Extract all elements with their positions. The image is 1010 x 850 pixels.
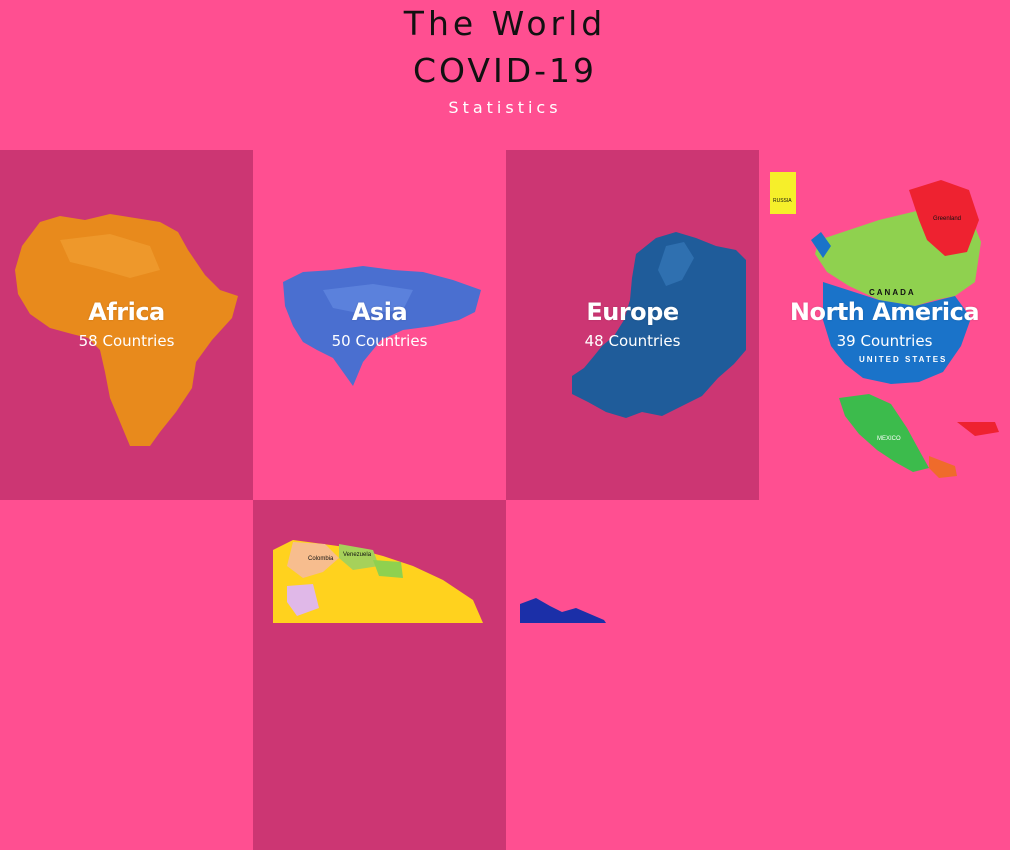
page-title-line2: COVID-19 — [412, 51, 598, 90]
south-america-map: Colombia Venezuela — [273, 540, 483, 623]
continent-card-oceania[interactable] — [506, 500, 759, 850]
continent-card-asia[interactable]: Asia 50 Countries — [253, 150, 506, 500]
continent-country-count: 39 Countries — [836, 332, 933, 350]
continent-country-count: 50 Countries — [331, 332, 428, 350]
continent-card-africa[interactable]: Africa 58 Countries — [0, 150, 253, 500]
continent-name: North America — [789, 298, 980, 326]
continent-name: Europe — [586, 298, 679, 326]
oceania-map — [520, 598, 606, 623]
map-label-united-states: UNITED STATES — [859, 355, 947, 364]
continent-name: Africa — [88, 298, 165, 326]
continent-name: Asia — [351, 298, 408, 326]
continent-card-north-america[interactable]: CANADA UNITED STATES MEXICO RUSSIA Green… — [759, 150, 1010, 500]
page-title-line1: The World — [403, 4, 607, 43]
continent-card-south-america[interactable]: Colombia Venezuela — [253, 500, 506, 850]
continent-country-count: 48 Countries — [584, 332, 681, 350]
map-label-canada: CANADA — [869, 288, 916, 297]
map-label-colombia: Colombia — [308, 556, 334, 562]
map-label-mexico: MEXICO — [877, 436, 901, 442]
map-label-venezuela: Venezuela — [343, 552, 372, 558]
map-label-greenland: Greenland — [933, 216, 961, 222]
continent-country-count: 58 Countries — [78, 332, 175, 350]
continent-card-europe[interactable]: Europe 48 Countries — [506, 150, 759, 500]
continent-card-row2-1[interactable] — [0, 500, 253, 850]
page-subtitle: Statistics — [448, 98, 562, 117]
map-label-russia: RUSSIA — [773, 198, 792, 204]
page-header: The World COVID-19 Statistics — [0, 0, 1010, 150]
